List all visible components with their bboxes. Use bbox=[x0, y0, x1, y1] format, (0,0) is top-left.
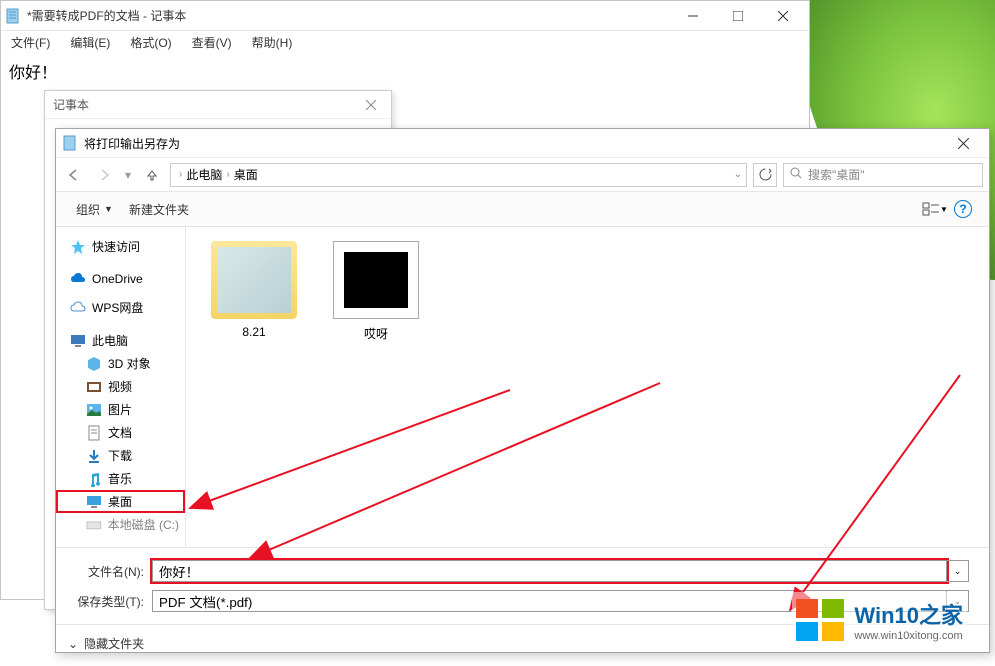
breadcrumb-bar[interactable]: › 此电脑 › 桌面 ⌄ bbox=[170, 163, 747, 187]
desktop-icon bbox=[86, 494, 102, 510]
hide-folders-toggle[interactable]: ⌄ 隐藏文件夹 bbox=[68, 635, 144, 652]
close-button[interactable] bbox=[760, 2, 805, 30]
menu-format[interactable]: 格式(O) bbox=[124, 32, 177, 53]
small-dialog-close-icon[interactable] bbox=[359, 93, 383, 117]
tree-music[interactable]: 音乐 bbox=[56, 467, 185, 490]
cube-icon bbox=[86, 356, 102, 372]
save-as-title: 将打印输出另存为 bbox=[84, 135, 180, 152]
windows-logo-icon bbox=[796, 599, 844, 641]
menu-view[interactable]: 查看(V) bbox=[186, 32, 238, 53]
tree-onedrive[interactable]: OneDrive bbox=[56, 268, 185, 290]
file-item-folder[interactable]: 8.21 bbox=[204, 241, 304, 339]
search-icon bbox=[790, 167, 802, 182]
save-as-dialog: 将打印输出另存为 ▾ › 此电脑 › 桌面 ⌄ 搜索"桌面" 组织 ▼ 新建文件… bbox=[55, 128, 990, 653]
help-button[interactable]: ? bbox=[949, 197, 977, 221]
watermark-brand: Win10之家 bbox=[854, 598, 963, 630]
filename-dropdown[interactable]: ⌄ bbox=[947, 560, 969, 582]
notepad-icon bbox=[5, 8, 21, 24]
file-list[interactable]: 8.21 哎呀 bbox=[186, 227, 989, 547]
filename-input[interactable] bbox=[152, 560, 947, 582]
tree-videos[interactable]: 视频 bbox=[56, 375, 185, 398]
nav-forward-button[interactable] bbox=[92, 163, 116, 187]
minimize-button[interactable] bbox=[670, 2, 715, 30]
search-placeholder: 搜索"桌面" bbox=[808, 166, 865, 183]
watermark-url: www.win10xitong.com bbox=[854, 630, 963, 642]
folder-icon bbox=[211, 241, 297, 319]
tree-desktop[interactable]: 桌面 bbox=[56, 490, 185, 513]
breadcrumb-current[interactable]: 桌面 bbox=[234, 166, 258, 183]
file-name: 哎呀 bbox=[326, 325, 426, 342]
star-icon bbox=[70, 239, 86, 255]
new-folder-button[interactable]: 新建文件夹 bbox=[121, 197, 197, 222]
tree-this-pc[interactable]: 此电脑 bbox=[56, 329, 185, 352]
notepad-title: *需要转成PDF的文档 - 记事本 bbox=[27, 7, 670, 24]
filename-label: 文件名(N): bbox=[76, 563, 144, 580]
chevron-right-icon[interactable]: › bbox=[226, 169, 229, 180]
file-item-image[interactable]: 哎呀 bbox=[326, 241, 426, 342]
tree-local-disk[interactable]: 本地磁盘 (C:) bbox=[56, 513, 185, 536]
refresh-button[interactable] bbox=[753, 163, 777, 187]
nav-back-button[interactable] bbox=[62, 163, 86, 187]
nav-recent-dropdown[interactable]: ▾ bbox=[122, 163, 134, 187]
organize-button[interactable]: 组织 ▼ bbox=[68, 197, 121, 222]
picture-icon bbox=[86, 402, 102, 418]
notepad-titlebar[interactable]: *需要转成PDF的文档 - 记事本 bbox=[1, 1, 809, 31]
chevron-right-icon[interactable]: › bbox=[179, 169, 182, 180]
cloud-icon bbox=[70, 271, 86, 287]
cloud-icon bbox=[70, 300, 86, 316]
tree-quick-access[interactable]: 快速访问 bbox=[56, 235, 185, 258]
folder-tree: 快速访问 OneDrive WPS网盘 此电脑 3D 对象 bbox=[56, 227, 186, 547]
small-dialog-title: 记事本 bbox=[53, 96, 89, 113]
filetype-label: 保存类型(T): bbox=[76, 593, 144, 610]
notepad-menubar: 文件(F) 编辑(E) 格式(O) 查看(V) 帮助(H) bbox=[1, 31, 809, 53]
download-icon bbox=[86, 448, 102, 464]
small-dialog-titlebar[interactable]: 记事本 bbox=[45, 91, 391, 119]
tree-documents[interactable]: 文档 bbox=[56, 421, 185, 444]
save-as-close-button[interactable] bbox=[943, 130, 983, 156]
chevron-down-icon: ⌄ bbox=[68, 637, 78, 651]
save-as-toolbar: 组织 ▼ 新建文件夹 ▼ ? bbox=[56, 191, 989, 227]
menu-edit[interactable]: 编辑(E) bbox=[64, 32, 116, 53]
tree-downloads[interactable]: 下载 bbox=[56, 444, 185, 467]
maximize-button[interactable] bbox=[715, 2, 760, 30]
save-as-nav: ▾ › 此电脑 › 桌面 ⌄ 搜索"桌面" bbox=[56, 157, 989, 191]
image-icon bbox=[333, 241, 419, 319]
tree-wps[interactable]: WPS网盘 bbox=[56, 296, 185, 319]
save-as-titlebar[interactable]: 将打印输出另存为 bbox=[56, 129, 989, 157]
monitor-icon bbox=[70, 333, 86, 349]
nav-up-button[interactable] bbox=[140, 163, 164, 187]
breadcrumb-dropdown[interactable]: ⌄ bbox=[734, 169, 742, 180]
file-name: 8.21 bbox=[204, 325, 304, 339]
disk-icon bbox=[86, 517, 102, 533]
menu-help[interactable]: 帮助(H) bbox=[246, 32, 299, 53]
document-icon bbox=[86, 425, 102, 441]
watermark: Win10之家 www.win10xitong.com bbox=[792, 592, 967, 648]
search-input[interactable]: 搜索"桌面" bbox=[783, 163, 983, 187]
chevron-down-icon: ▼ bbox=[104, 204, 113, 214]
video-icon bbox=[86, 379, 102, 395]
breadcrumb-root[interactable]: 此电脑 bbox=[186, 166, 222, 183]
music-icon bbox=[86, 471, 102, 487]
menu-file[interactable]: 文件(F) bbox=[5, 32, 56, 53]
view-options-button[interactable]: ▼ bbox=[921, 197, 949, 221]
notepad-icon bbox=[62, 135, 78, 151]
tree-pictures[interactable]: 图片 bbox=[56, 398, 185, 421]
notepad-content[interactable]: 你好！ bbox=[1, 53, 809, 89]
tree-3d-objects[interactable]: 3D 对象 bbox=[56, 352, 185, 375]
